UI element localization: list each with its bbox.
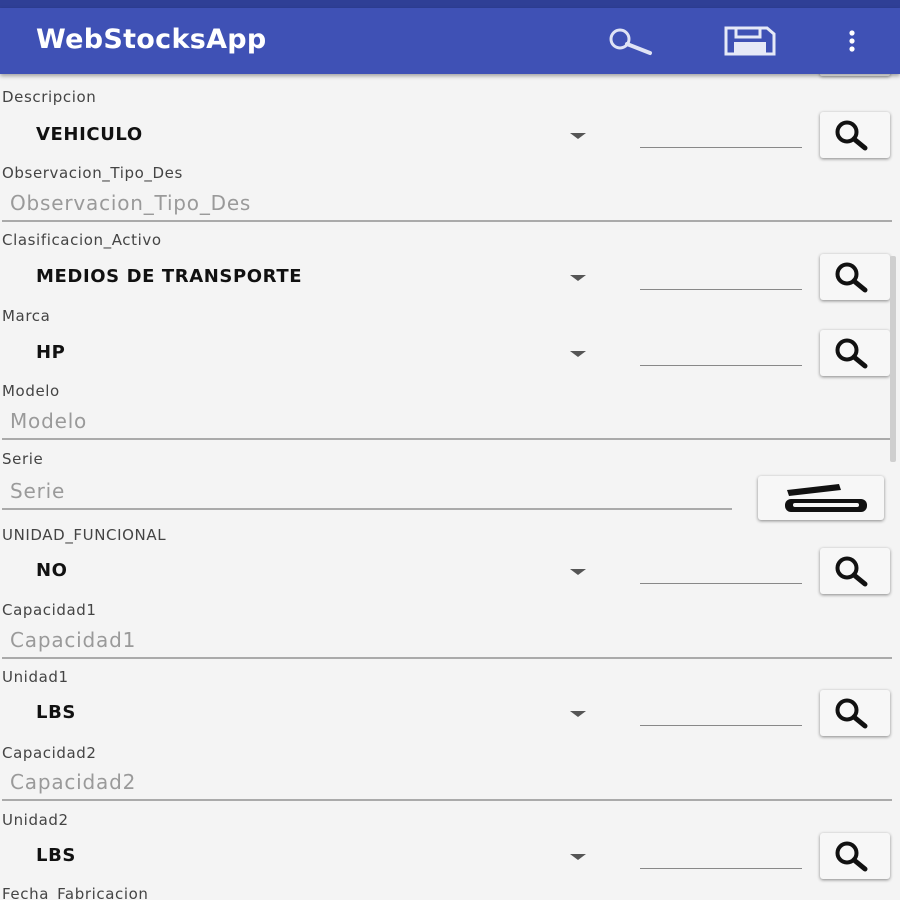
capacidad2-input[interactable] xyxy=(2,765,892,801)
serie-input[interactable] xyxy=(2,474,732,510)
search-icon xyxy=(835,262,868,293)
toolbar-overflow-menu-button[interactable] xyxy=(824,14,880,68)
unidad-funcional-search-button[interactable] xyxy=(820,548,890,594)
save-disk-icon xyxy=(724,26,776,56)
asset-form: Descripcion VEHICULO Observacion_Tipo_De… xyxy=(0,74,900,900)
serie-label: Serie xyxy=(2,450,44,468)
unidad2-value: LBS xyxy=(36,845,76,866)
capacidad1-input[interactable] xyxy=(2,623,892,659)
scrollbar[interactable] xyxy=(890,256,896,462)
dropdown-arrow-icon xyxy=(570,569,586,575)
descripcion-code-field[interactable] xyxy=(640,118,802,148)
dropdown-arrow-icon xyxy=(570,133,586,139)
search-icon xyxy=(835,556,868,587)
modelo-input[interactable] xyxy=(2,404,892,440)
descripcion-search-button[interactable] xyxy=(820,112,890,158)
toolbar-save-button[interactable] xyxy=(722,14,778,68)
modelo-label: Modelo xyxy=(2,382,60,400)
unidad-funcional-code-field[interactable] xyxy=(640,554,802,584)
search-icon xyxy=(835,841,868,872)
search-icon xyxy=(835,338,868,369)
descripcion-value: VEHICULO xyxy=(36,124,143,145)
clasificacion-spinner[interactable]: MEDIOS DE TRANSPORTE xyxy=(2,258,600,298)
unidad1-spinner[interactable]: LBS xyxy=(2,694,600,734)
fecha-fabricacion-label: Fecha_Fabricacion xyxy=(2,885,149,900)
unidad2-spinner[interactable]: LBS xyxy=(2,837,600,877)
unidad2-code-field[interactable] xyxy=(640,839,802,869)
status-bar xyxy=(0,0,900,8)
dropdown-arrow-icon xyxy=(570,351,586,357)
serie-scan-button[interactable] xyxy=(758,476,884,520)
unidad2-search-button[interactable] xyxy=(820,833,890,879)
unidad-funcional-value: NO xyxy=(36,560,68,581)
clasificacion-label: Clasificacion_Activo xyxy=(2,231,162,249)
barcode-scanner-icon xyxy=(785,484,867,512)
marca-code-field[interactable] xyxy=(640,336,802,366)
unidad-funcional-spinner[interactable]: NO xyxy=(2,552,600,592)
clasificacion-value: MEDIOS DE TRANSPORTE xyxy=(36,266,303,287)
observacion-label: Observacion_Tipo_Des xyxy=(2,164,183,182)
capacidad2-label: Capacidad2 xyxy=(2,744,97,762)
partial-lookup-button[interactable] xyxy=(820,74,890,76)
dropdown-arrow-icon xyxy=(570,711,586,717)
app-bar: WebStocksApp xyxy=(0,8,900,74)
marca-spinner[interactable]: HP xyxy=(2,334,600,374)
descripcion-spinner[interactable]: VEHICULO xyxy=(2,116,600,156)
unidad2-label: Unidad2 xyxy=(2,811,69,829)
clasificacion-code-field[interactable] xyxy=(640,260,802,290)
search-icon xyxy=(835,698,868,729)
descripcion-label: Descripcion xyxy=(2,88,97,106)
clasificacion-search-button[interactable] xyxy=(820,254,890,300)
unidad1-label: Unidad1 xyxy=(2,668,69,686)
marca-label: Marca xyxy=(2,307,51,325)
dropdown-arrow-icon xyxy=(570,275,586,281)
unidad1-search-button[interactable] xyxy=(820,690,890,736)
app-title: WebStocksApp xyxy=(36,24,267,55)
capacidad1-label: Capacidad1 xyxy=(2,601,97,619)
dropdown-arrow-icon xyxy=(570,854,586,860)
toolbar-search-button[interactable] xyxy=(600,14,656,68)
unidad-funcional-label: UNIDAD_FUNCIONAL xyxy=(2,526,167,544)
marca-search-button[interactable] xyxy=(820,330,890,376)
marca-value: HP xyxy=(36,342,66,363)
more-vert-icon xyxy=(849,30,855,52)
search-icon xyxy=(609,28,652,55)
observacion-input[interactable] xyxy=(2,186,892,222)
unidad1-code-field[interactable] xyxy=(640,696,802,726)
search-icon xyxy=(835,120,868,151)
unidad1-value: LBS xyxy=(36,702,76,723)
